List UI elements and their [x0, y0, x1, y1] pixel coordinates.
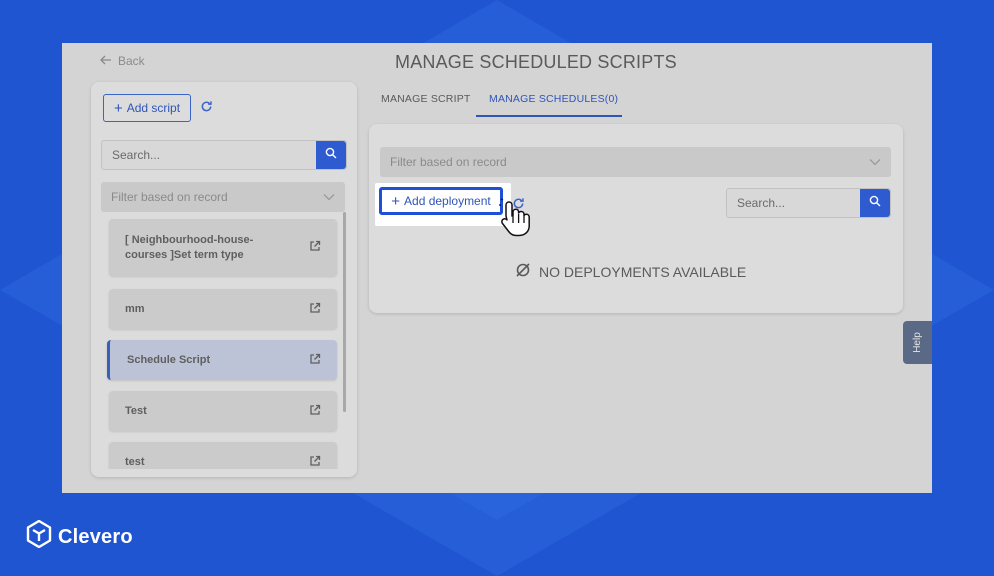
add-script-label: Add script — [126, 101, 181, 115]
back-link[interactable]: Back — [100, 54, 145, 68]
refresh-icon[interactable] — [200, 100, 213, 113]
add-deployment-button[interactable]: + Add deployment — [379, 187, 503, 215]
list-item[interactable]: mm — [109, 289, 337, 329]
scrollbar[interactable] — [343, 212, 346, 412]
schedules-panel: Filter based on record + Add deployment … — [369, 124, 903, 313]
script-name: test — [125, 456, 145, 468]
help-label: Help — [911, 332, 923, 353]
search-button[interactable] — [316, 141, 346, 169]
tab-manage-script[interactable]: MANAGE SCRIPT — [381, 93, 471, 105]
help-tab[interactable]: Help — [903, 321, 932, 364]
script-name: Test — [125, 405, 147, 417]
chevron-down-icon — [869, 155, 881, 169]
tab-manage-schedules[interactable]: MANAGE SCHEDULES(0) — [489, 93, 618, 105]
script-name: Schedule Script — [127, 354, 211, 366]
filter-placeholder: Filter based on record — [390, 155, 507, 169]
search-icon — [325, 146, 337, 164]
external-link-icon[interactable] — [309, 302, 321, 317]
list-item[interactable]: Test — [109, 391, 337, 431]
plus-icon: + — [113, 99, 123, 117]
script-name: mm — [125, 303, 145, 315]
record-filter-select[interactable]: Filter based on record — [380, 147, 891, 177]
script-name: [ Neighbourhood-house-courses ]Set term … — [125, 233, 254, 261]
filter-placeholder: Filter based on record — [111, 190, 228, 204]
brand-name: Clevero — [58, 525, 133, 548]
active-tab-indicator — [476, 115, 622, 117]
chevron-down-icon — [323, 190, 335, 204]
clevero-logo-icon — [26, 519, 52, 554]
deployment-search: Search... — [726, 188, 891, 218]
external-link-icon[interactable] — [309, 353, 321, 368]
external-link-icon[interactable] — [309, 404, 321, 419]
list-item[interactable]: test — [109, 442, 337, 469]
record-filter-select[interactable]: Filter based on record — [101, 182, 345, 212]
empty-message: NO DEPLOYMENTS AVAILABLE — [539, 263, 747, 280]
back-label: Back — [118, 54, 145, 68]
external-link-icon[interactable] — [309, 455, 321, 470]
list-item-selected[interactable]: Schedule Script — [107, 340, 337, 380]
external-link-icon[interactable] — [309, 240, 321, 255]
arrow-left-icon — [100, 54, 112, 68]
deployment-search-input[interactable]: Search... — [727, 189, 860, 217]
add-script-button[interactable]: + Add script — [103, 94, 191, 122]
script-search-input[interactable]: Search... — [102, 141, 316, 169]
add-deployment-label: Add deployment — [404, 194, 491, 208]
empty-state: NO DEPLOYMENTS AVAILABLE — [515, 262, 746, 281]
scripts-panel: + Add script Search... Filter based on r… — [91, 82, 357, 477]
list-item[interactable]: [ Neighbourhood-house-courses ]Set term … — [109, 219, 337, 276]
no-entry-icon — [515, 262, 531, 281]
page-title: MANAGE SCHEDULED SCRIPTS — [395, 52, 677, 72]
hand-pointer-icon — [499, 198, 530, 237]
search-button[interactable] — [860, 189, 890, 217]
script-list: [ Neighbourhood-house-courses ]Set term … — [105, 219, 343, 469]
search-icon — [869, 194, 881, 212]
script-search: Search... — [101, 140, 347, 170]
brand-logo: Clevero — [26, 519, 133, 554]
app-window: Back MANAGE SCHEDULED SCRIPTS + Add scri… — [62, 43, 932, 493]
plus-icon: + — [391, 192, 401, 210]
